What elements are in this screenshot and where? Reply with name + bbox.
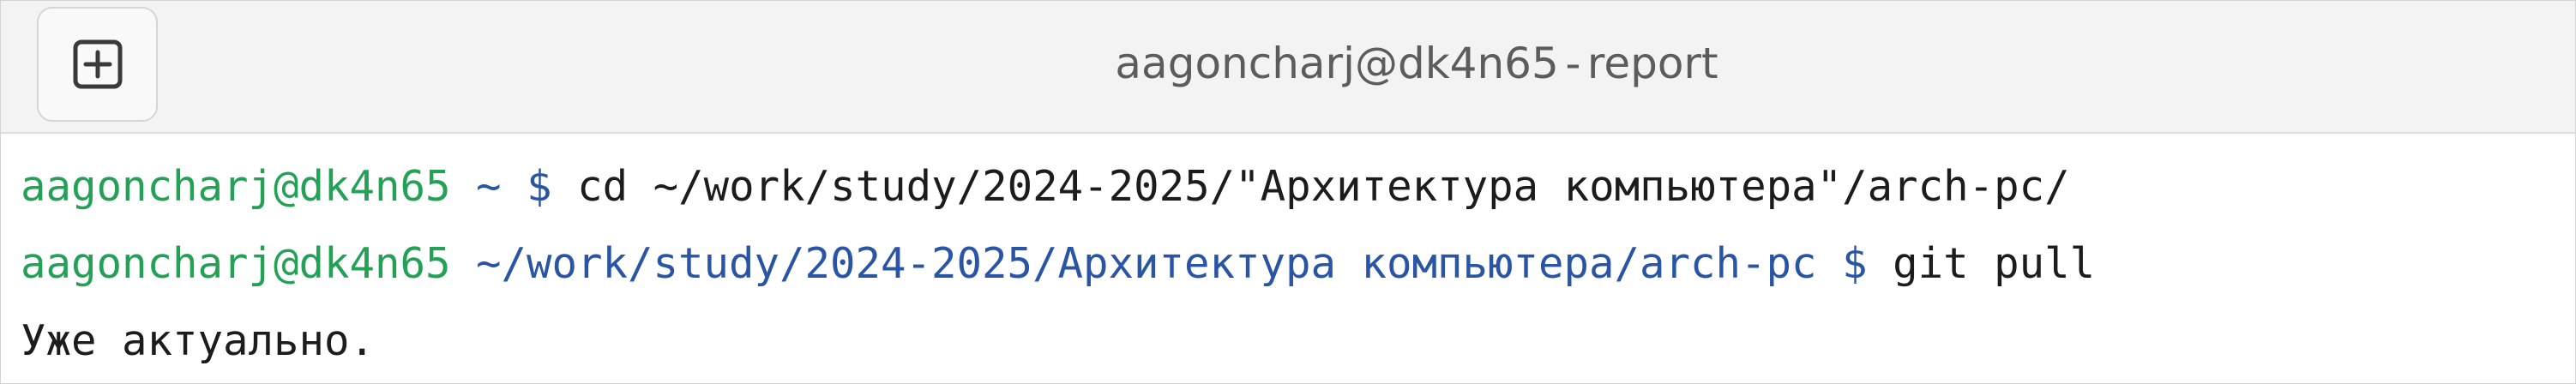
window-title: aagoncharj@dk4n65- report [1,33,2575,93]
terminal-output[interactable]: aagoncharj@dk4n65 ~ $ cd ~/work/study/20… [1,148,2575,380]
terminal-window: aagoncharj@dk4n65- report aagoncharj@dk4n… [0,0,2576,384]
prompt-user-host: aagoncharj@dk4n65 [21,239,451,288]
prompt-user-host: aagoncharj@dk4n65 [21,162,451,211]
command-output: Уже актуально. [21,316,376,365]
terminal-line-1: aagoncharj@dk4n65 ~ $ cd ~/work/study/20… [21,148,2575,225]
prompt-symbol: $ [1842,239,1868,288]
prompt-path: ~/work/study/2024-2025/Архитектура компь… [476,239,1817,288]
window-title-tab: report [1586,39,1718,88]
command-text: git pull [1893,239,2096,288]
terminal-line-2: aagoncharj@dk4n65 ~/work/study/2024-2025… [21,225,2575,303]
prompt-path: ~ [476,162,502,211]
title-bar: aagoncharj@dk4n65- report [1,1,2575,134]
terminal-line-3: Уже актуально. [21,303,2575,380]
prompt-symbol: $ [527,162,552,211]
window-title-host: aagoncharj@dk4n65 [1115,39,1559,88]
command-text: cd ~/work/study/2024-2025/"Архитектура к… [577,162,2070,211]
window-title-separator: - [1565,39,1581,88]
